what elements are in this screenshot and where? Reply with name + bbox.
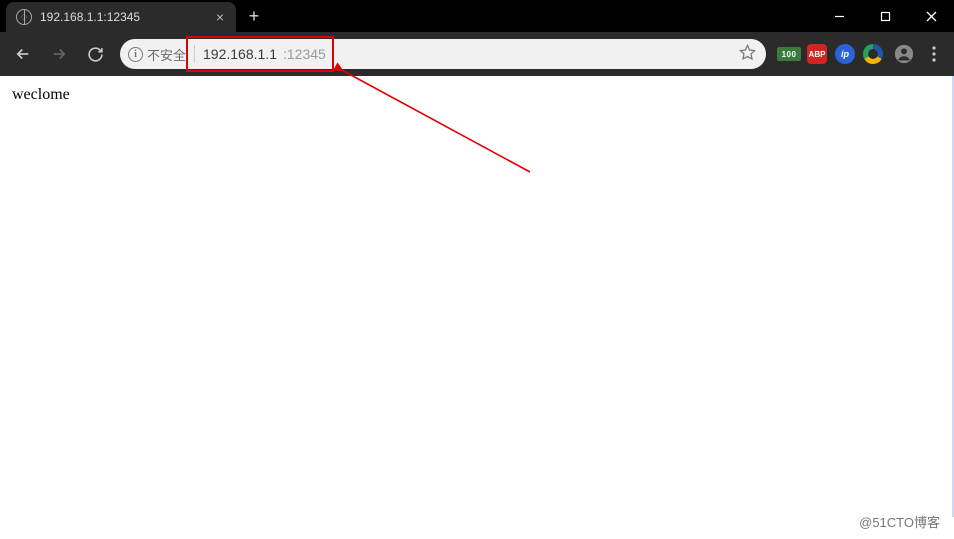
reload-button[interactable] bbox=[78, 37, 112, 71]
extension-swirl-icon[interactable] bbox=[860, 41, 886, 67]
window-titlebar: 192.168.1.1:12345 × + bbox=[0, 0, 954, 32]
url-port: :12345 bbox=[283, 46, 326, 62]
bookmark-star-icon[interactable] bbox=[739, 44, 756, 64]
close-window-button[interactable] bbox=[908, 0, 954, 32]
url-host: 192.168.1.1 bbox=[203, 46, 277, 62]
security-label: 不安全 bbox=[147, 45, 186, 64]
info-icon: i bbox=[128, 47, 143, 62]
new-tab-button[interactable]: + bbox=[240, 0, 268, 32]
profile-button[interactable] bbox=[890, 40, 918, 68]
close-tab-icon[interactable]: × bbox=[212, 9, 228, 25]
page-content: weclome bbox=[0, 76, 954, 114]
address-bar[interactable]: i 不安全 192.168.1.1 :12345 bbox=[120, 39, 766, 69]
maximize-button[interactable] bbox=[862, 0, 908, 32]
globe-icon bbox=[16, 9, 32, 25]
page-body-text: weclome bbox=[12, 86, 70, 103]
watermark-text: @51CTO博客 bbox=[859, 512, 940, 531]
forward-button[interactable] bbox=[42, 37, 76, 71]
omnibox-divider bbox=[194, 45, 195, 63]
minimize-button[interactable] bbox=[816, 0, 862, 32]
browser-tab[interactable]: 192.168.1.1:12345 × bbox=[6, 2, 236, 32]
kebab-menu-icon[interactable] bbox=[920, 37, 948, 71]
extension-ip-icon[interactable]: ip bbox=[832, 41, 858, 67]
extension-abp-icon[interactable]: ABP bbox=[804, 41, 830, 67]
window-controls bbox=[816, 0, 954, 32]
extension-100-icon[interactable]: 100 bbox=[776, 41, 802, 67]
extensions-area: 100 ABP ip bbox=[774, 41, 888, 67]
tab-title: 192.168.1.1:12345 bbox=[40, 10, 204, 24]
security-badge[interactable]: i 不安全 bbox=[128, 45, 186, 64]
back-button[interactable] bbox=[6, 37, 40, 71]
browser-toolbar: i 不安全 192.168.1.1 :12345 100 ABP ip bbox=[0, 32, 954, 76]
